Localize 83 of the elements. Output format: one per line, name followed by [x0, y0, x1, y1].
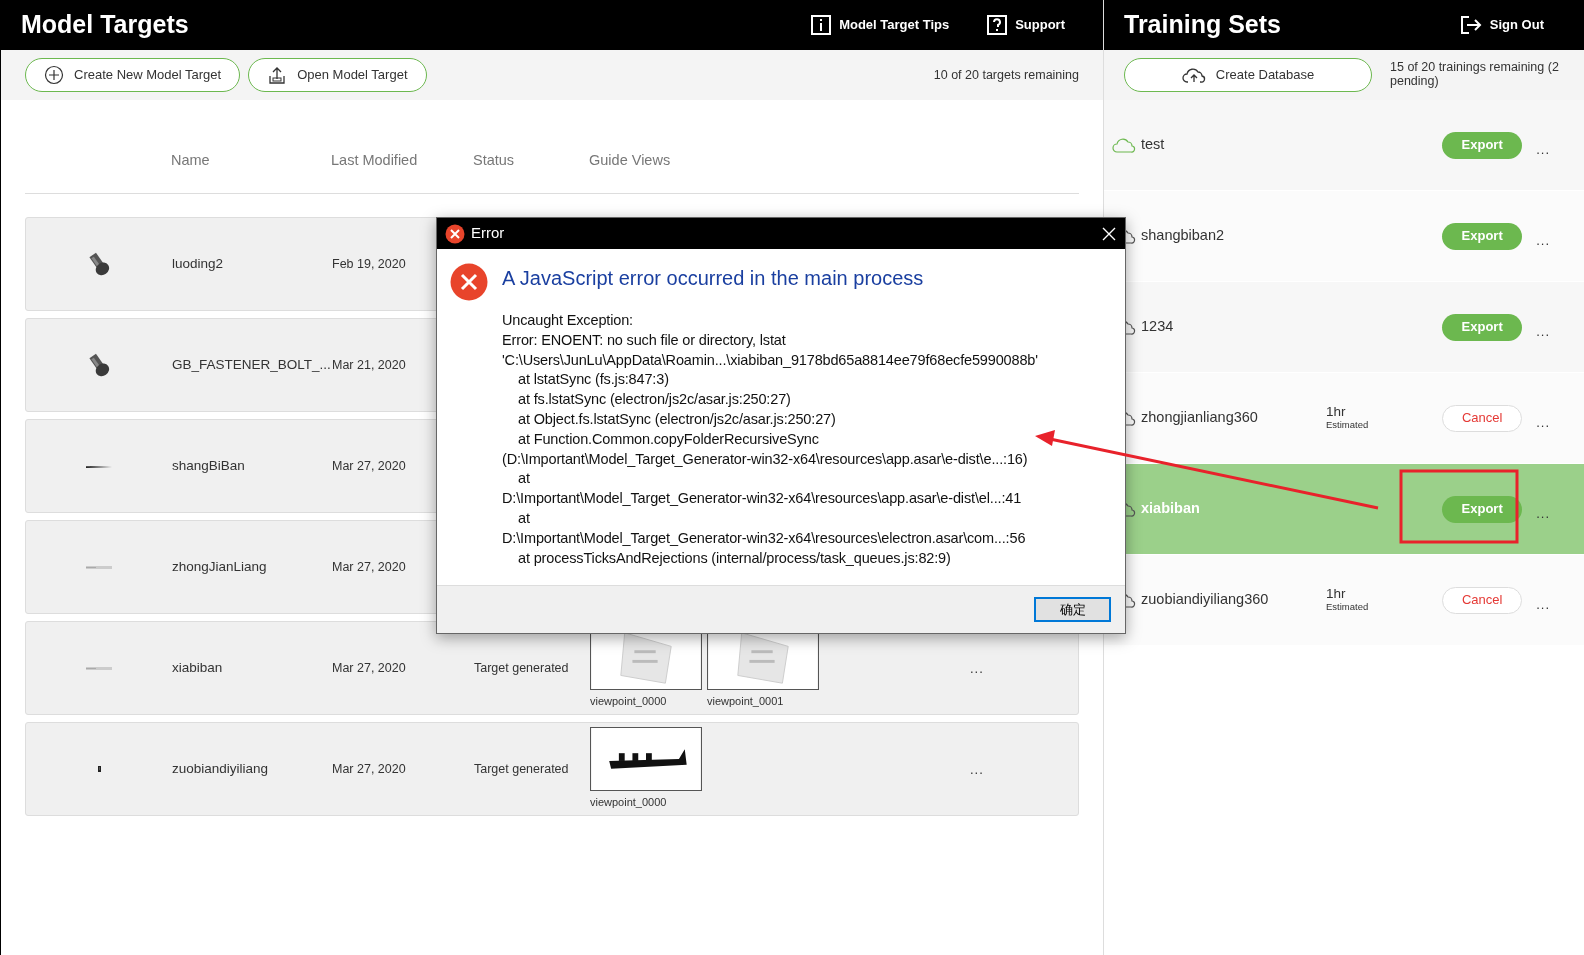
model-row[interactable]: xiabiban Mar 27, 2020 Target generated viewpoint_0000 viewpoint_0001 ...	[25, 621, 1079, 715]
cloud-icon	[1112, 136, 1138, 154]
header-link[interactable]: Model Target Tips	[811, 15, 950, 35]
model-name: luoding2	[172, 254, 224, 273]
error-message-line: at fs.lstatSync (electron/js2c/asar.js:250:27)	[517, 390, 792, 410]
model-name: zuobiandiyiliang	[172, 759, 269, 778]
training-row[interactable]: zuobiandiyiliang360 1hr Estimated Cancel ...	[1104, 555, 1584, 646]
error-message-line: at Function.Common.copyFolderRecursiveSync	[517, 429, 820, 449]
training-name: zhongjianliang360	[1141, 408, 1259, 428]
modified-date: Mar 21, 2020	[332, 356, 407, 374]
status-text: Target generated	[474, 659, 570, 677]
ok-button[interactable]: 确定	[1034, 597, 1111, 622]
header-link[interactable]: Support	[987, 15, 1065, 35]
more-menu[interactable]: ...	[970, 760, 984, 780]
status-text: Target generated	[474, 760, 570, 778]
column-header: Last Modified	[331, 150, 419, 170]
error-message-line: D:\Important\Model_Target_Generator-win32-x64\resources\electron.asar\com...:56	[502, 528, 1027, 548]
guide-view-caption: viewpoint_0000	[590, 795, 668, 810]
error-message-line: Uncaught Exception:	[502, 311, 634, 330]
error-message-line: at processTicksAndRejections (internal/process/task_queues.js:82:9)	[517, 548, 952, 568]
error-message-line: D:\Important\Model_Target_Generator-win32-x64\resources\app.asar\e-dist\el...:41	[502, 489, 1023, 509]
more-menu[interactable]: ...	[1536, 595, 1550, 615]
model-name: xiabiban	[172, 658, 223, 677]
column-header: Status	[473, 150, 516, 170]
column-header: Guide Views	[589, 150, 672, 170]
model-name: GB_FASTENER_BOLT_...	[172, 355, 331, 374]
training-row[interactable]: shangbiban2 Export ...	[1104, 191, 1584, 282]
close-button[interactable]	[1101, 225, 1117, 242]
more-menu[interactable]: ...	[1536, 231, 1550, 251]
more-menu[interactable]: ...	[1536, 322, 1550, 342]
error-message-line: 'C:\Users\JunLu\AppData\Roamin...\xiabiban_9178bd65a8814ee79f68ecfe5990088b'	[502, 350, 1038, 370]
model-name: zhongJianLiang	[172, 557, 267, 576]
training-name: xiabiban	[1141, 499, 1201, 519]
model-row[interactable]: zuobiandiyiliang Mar 27, 2020 Target generated viewpoint_0000 ...	[25, 722, 1079, 816]
training-row[interactable]: test Export ...	[1104, 100, 1584, 191]
error-message-line: at	[517, 508, 531, 528]
estimate-label: Estimated	[1326, 602, 1370, 613]
panel-title: Training Sets	[1124, 9, 1281, 41]
dialog-title: Error	[471, 223, 505, 244]
modified-date: Mar 27, 2020	[332, 760, 407, 778]
remaining-count: 10 of 20 targets remaining	[933, 66, 1079, 84]
error-message-line: at Object.fs.lstatSync (electron/js2c/asar.js:250:27)	[517, 410, 837, 429]
estimate-time: 1hr	[1326, 587, 1347, 603]
column-header: Name	[171, 150, 211, 170]
error-message-line: at lstatSync (fs.js:847:3)	[517, 370, 670, 390]
modified-date: Feb 19, 2020	[332, 255, 407, 273]
training-name: shangbiban2	[1141, 226, 1226, 246]
training-name: test	[1141, 135, 1166, 155]
toolbar-button[interactable]: Create New Model Target	[25, 58, 241, 92]
error-message-line: at	[517, 469, 531, 489]
toolbar-button[interactable]: Open Model Target	[248, 58, 427, 92]
panel-title: Model Targets	[21, 9, 189, 41]
training-name: 1234	[1141, 317, 1175, 337]
modified-date: Mar 27, 2020	[332, 457, 407, 475]
model-name: shangBiBan	[172, 456, 245, 475]
upload-icon	[267, 65, 288, 85]
close-icon	[1101, 225, 1117, 242]
remaining-count: 15 of 20 trainings remaining (2 pending)	[1390, 61, 1560, 89]
sign-out-icon	[1459, 15, 1482, 35]
estimate-time: 1hr	[1326, 405, 1347, 421]
cloud-upload-icon	[1181, 66, 1206, 84]
more-menu[interactable]: ...	[1536, 413, 1550, 433]
more-menu[interactable]: ...	[970, 659, 984, 679]
guide-view-caption: viewpoint_0000	[590, 694, 668, 709]
estimate-label: Estimated	[1326, 420, 1370, 431]
modified-date: Mar 27, 2020	[332, 558, 407, 576]
cancel-button[interactable]: Cancel	[1442, 586, 1523, 614]
info-icon	[811, 15, 832, 35]
modified-date: Mar 27, 2020	[332, 659, 407, 677]
help-icon	[987, 15, 1008, 35]
create-database-button[interactable]: Create Database	[1124, 58, 1372, 92]
error-message-line: (D:\Important\Model_Target_Generator-win32-x64\resources\app.asar\e-dist\e...:16)	[502, 449, 1029, 469]
more-menu[interactable]: ...	[1536, 140, 1550, 160]
error-message-line: Error: ENOENT: no such file or directory, lstat	[502, 330, 787, 350]
more-menu[interactable]: ...	[1536, 504, 1550, 524]
error-icon	[445, 223, 465, 244]
plus-circle-icon	[44, 65, 64, 85]
cancel-button[interactable]: Cancel	[1442, 404, 1523, 432]
training-name: zuobiandiyiliang360	[1141, 590, 1270, 610]
sign-out-link[interactable]: Sign Out	[1459, 15, 1544, 35]
error-icon	[450, 263, 488, 301]
error-heading: A JavaScript error occurred in the main process	[502, 266, 925, 291]
guide-view-caption: viewpoint_0001	[707, 694, 785, 709]
